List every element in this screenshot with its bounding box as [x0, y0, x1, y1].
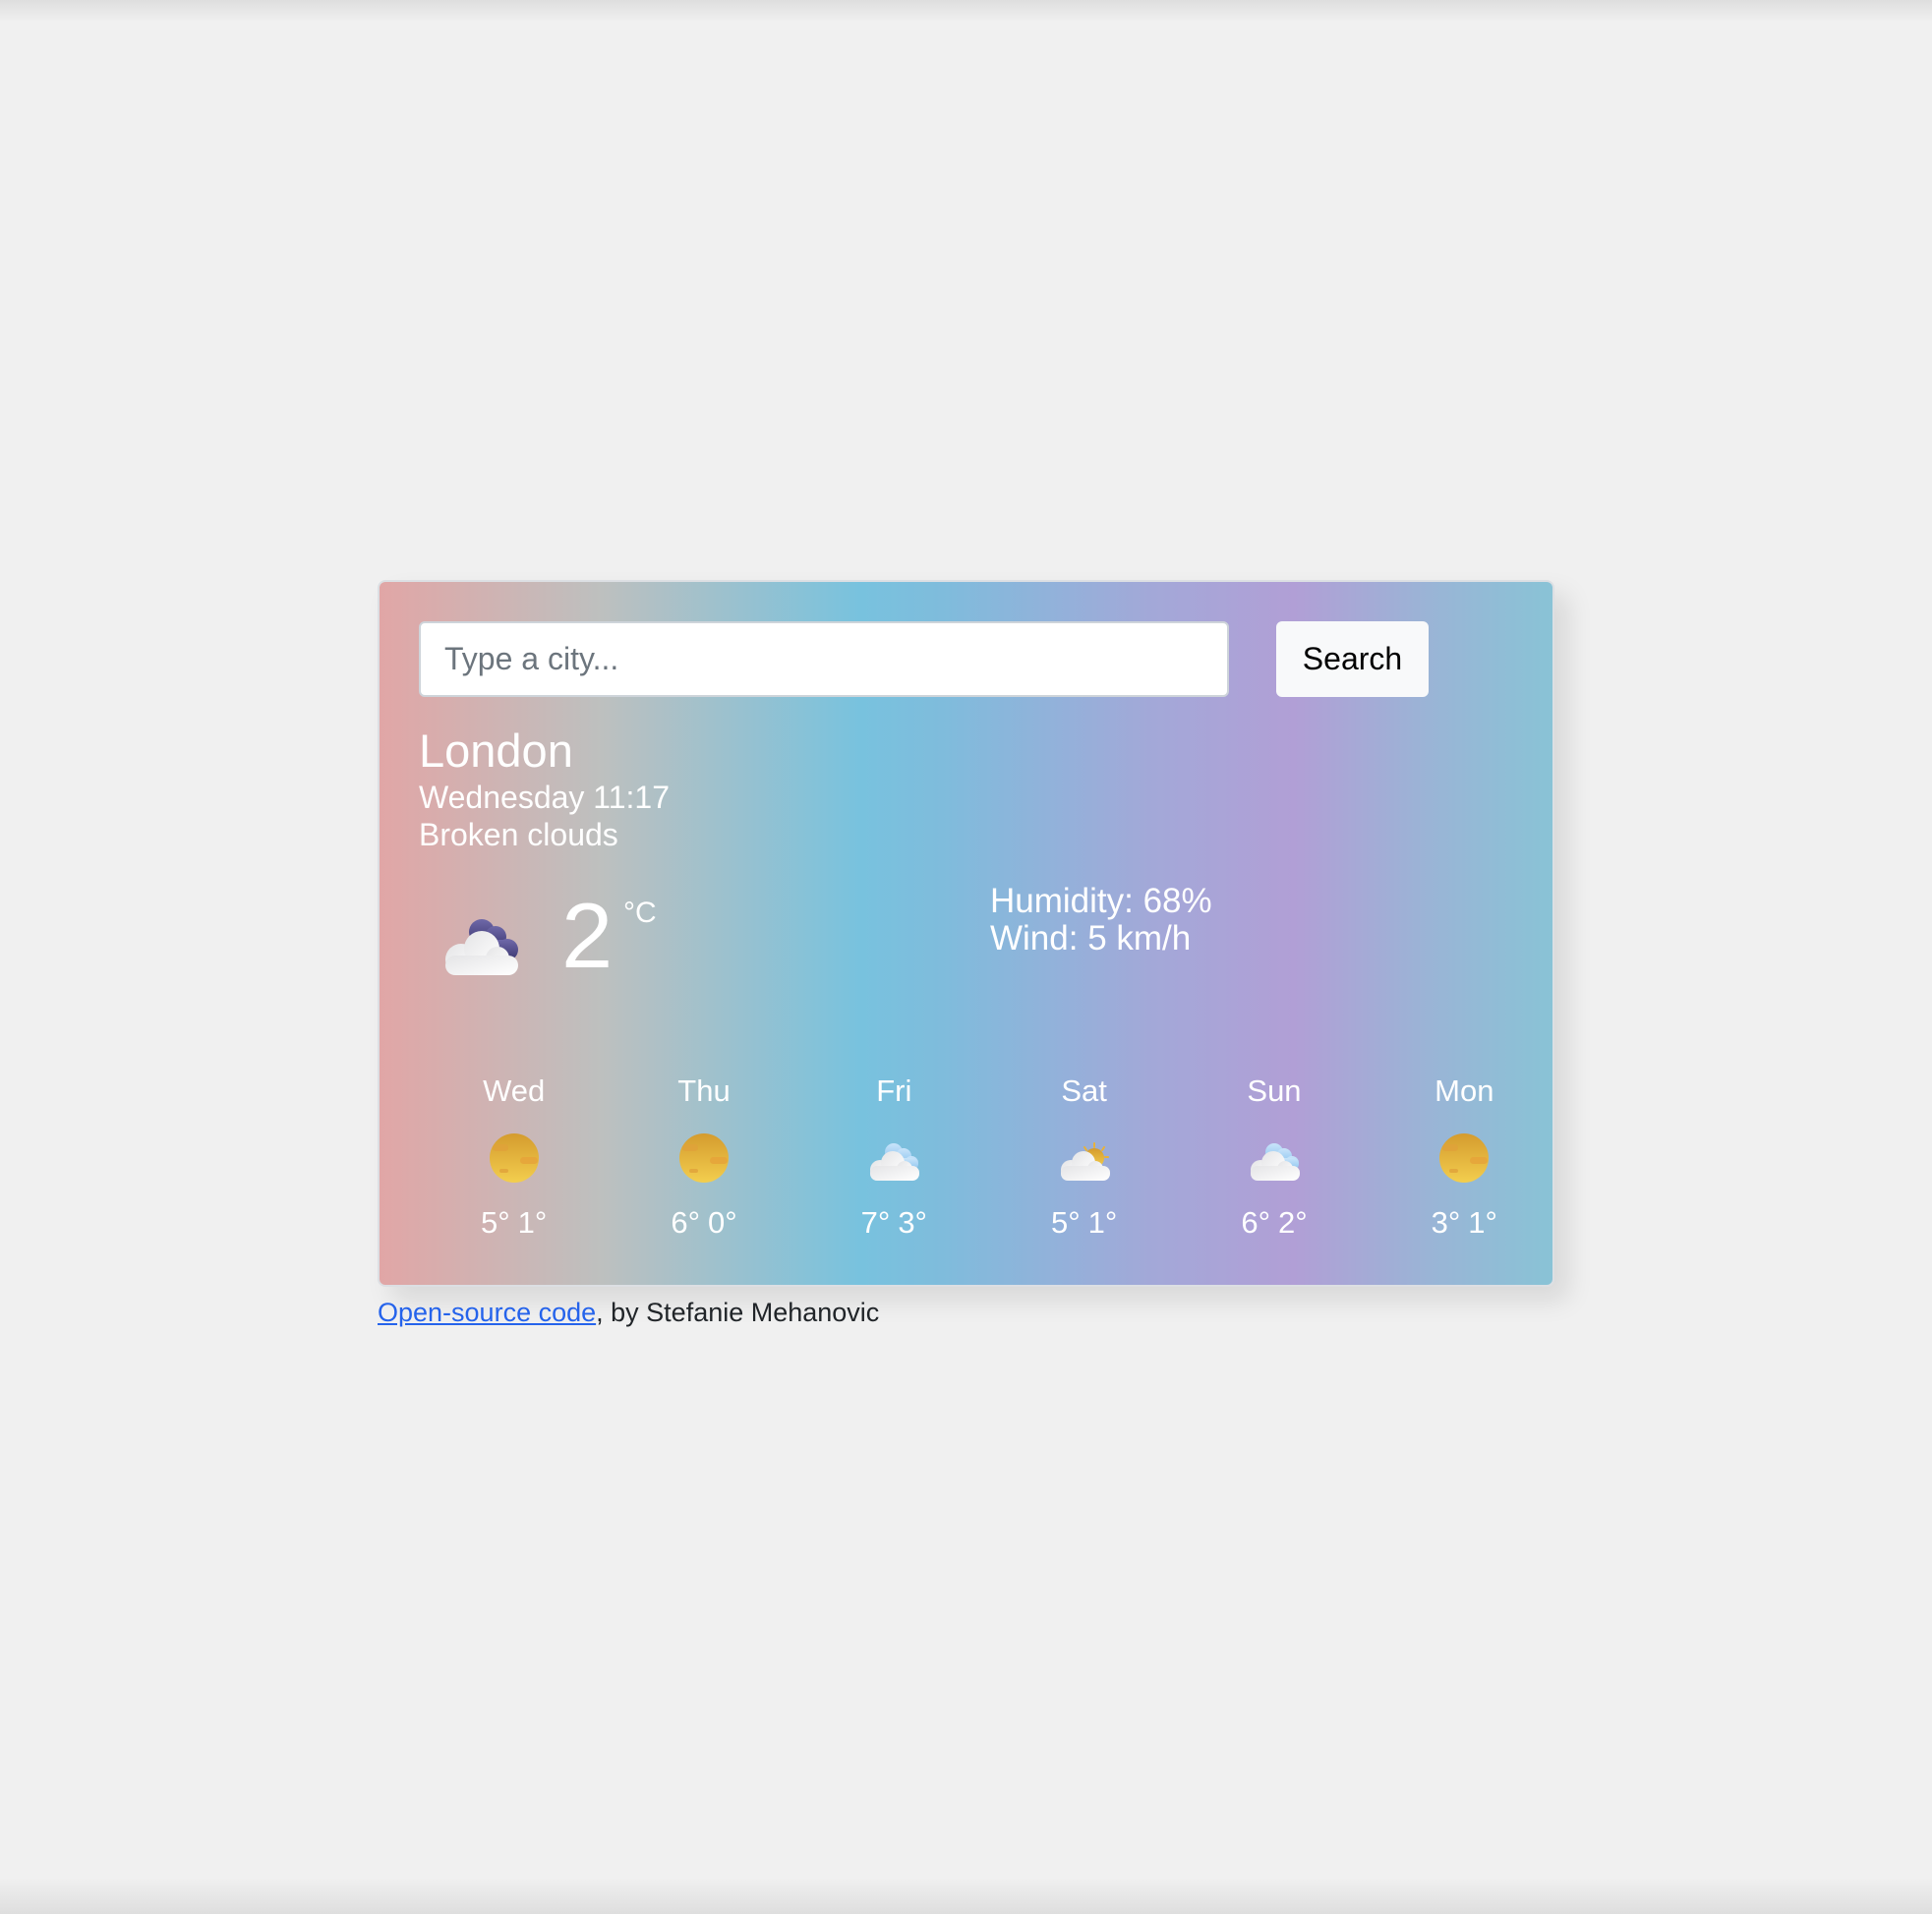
forecast-min: 1°: [517, 1205, 548, 1240]
forecast-day: Wed 5° 1°: [419, 1073, 609, 1241]
footer: Open-source code, by Stefanie Mehanovic: [378, 1298, 879, 1328]
forecast-day: Thu 6° 0°: [609, 1073, 798, 1241]
search-button[interactable]: Search: [1276, 621, 1429, 697]
forecast-min: 1°: [1468, 1205, 1497, 1240]
current-temperature: 2: [561, 884, 614, 987]
forecast-min: 3°: [898, 1205, 927, 1240]
forecast-max: 3°: [1431, 1205, 1461, 1240]
forecast-min: 2°: [1277, 1205, 1308, 1240]
current-datetime: Wednesday 11:17: [419, 780, 670, 815]
forecast-temps: 5° 1°: [481, 1205, 547, 1241]
forecast-temps: 3° 1°: [1432, 1205, 1497, 1241]
temperature-unit-celsius[interactable]: °C: [623, 897, 657, 930]
forecast-min: 0°: [707, 1205, 737, 1240]
forecast: Wed 5° 1° Thu 6° 0° Fri 7° 3° Sat 5° 1° …: [419, 1073, 1559, 1241]
weather-description: Broken clouds: [419, 817, 618, 852]
clear-sky-icon: [1439, 1133, 1490, 1183]
weather-app: Search London Wednesday 11:17 Broken clo…: [378, 580, 1554, 1327]
forecast-max: 6°: [1241, 1205, 1270, 1240]
city-name: London: [419, 725, 573, 777]
weather-card: Search London Wednesday 11:17 Broken clo…: [378, 580, 1554, 1287]
forecast-min: 1°: [1087, 1205, 1118, 1240]
forecast-day: Mon 3° 1°: [1370, 1073, 1559, 1241]
clear-sky-icon: [489, 1133, 539, 1183]
forecast-temps: 6° 0°: [671, 1205, 736, 1241]
current-meta: Wednesday 11:17 Broken clouds: [419, 779, 670, 853]
wind-speed: Wind: 5 km/h: [990, 919, 1192, 957]
open-source-code-link[interactable]: Open-source code: [378, 1298, 596, 1327]
broken-clouds-icon: [445, 919, 518, 975]
forecast-day-name: Wed: [483, 1073, 546, 1108]
clear-sky-icon: [678, 1133, 729, 1183]
few-clouds-icon: [1060, 1142, 1110, 1181]
forecast-max: 6°: [671, 1205, 700, 1240]
forecast-max: 7°: [860, 1205, 891, 1240]
forecast-temps: 6° 2°: [1241, 1205, 1307, 1241]
humidity: Humidity: 68%: [990, 882, 1212, 920]
forecast-day-name: Sun: [1247, 1073, 1302, 1108]
forecast-temps: 5° 1°: [1051, 1205, 1117, 1241]
weather-details: Humidity: 68% Wind: 5 km/h: [990, 883, 1212, 957]
forecast-day-name: Mon: [1434, 1073, 1494, 1108]
forecast-temps: 7° 3°: [861, 1205, 927, 1241]
forecast-day-name: Sat: [1061, 1073, 1107, 1108]
forecast-day: Sat 5° 1°: [989, 1073, 1179, 1241]
scattered-clouds-icon: [1250, 1143, 1300, 1181]
footer-author: , by Stefanie Mehanovic: [596, 1298, 880, 1327]
forecast-day: Fri 7° 3°: [799, 1073, 989, 1241]
city-search-input[interactable]: [419, 621, 1229, 697]
forecast-max: 5°: [1051, 1205, 1081, 1240]
forecast-max: 5°: [481, 1205, 510, 1240]
scattered-clouds-icon: [870, 1143, 920, 1181]
forecast-day-name: Thu: [677, 1073, 731, 1108]
forecast-day: Sun 6° 2°: [1179, 1073, 1369, 1241]
forecast-day-name: Fri: [876, 1073, 912, 1108]
